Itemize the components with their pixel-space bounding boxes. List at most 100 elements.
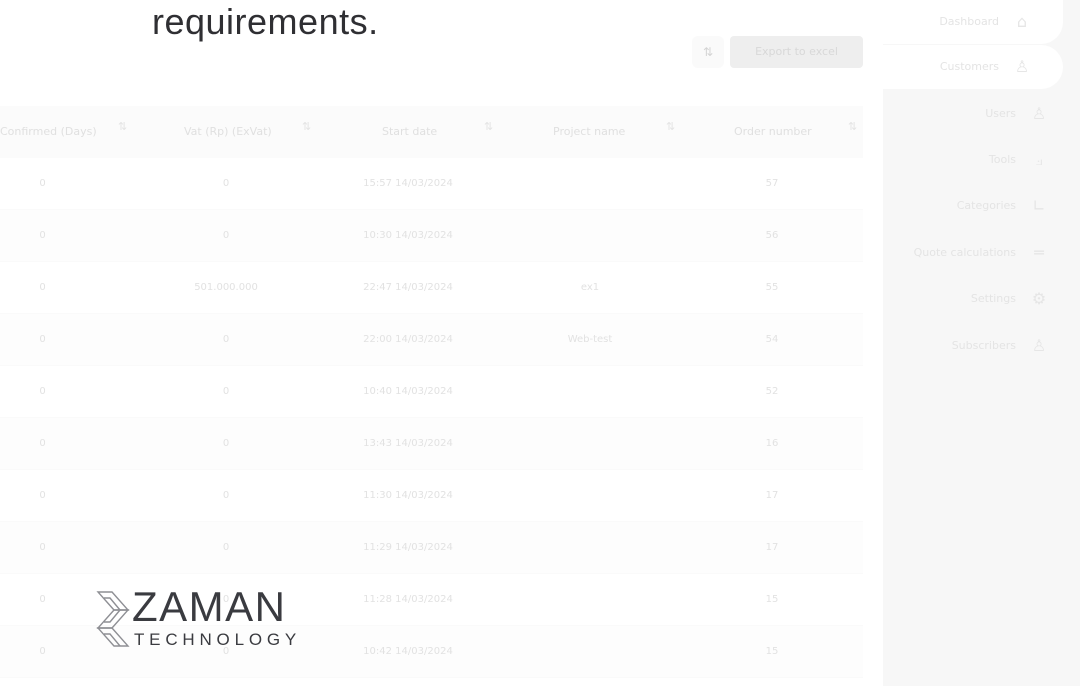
sort-icon[interactable]: ⇅ [484,120,493,133]
sort-icon[interactable]: ⇅ [118,120,127,133]
cell-vat: 0 [222,438,230,449]
logo-wordmark: ZAMAN [132,583,287,630]
main-content: requirements. ⇅ Export to excel Confirme… [0,0,883,686]
column-header-vat[interactable]: Vat (Rp) (ExVat) [184,106,272,158]
gear-icon: ⚙ [1031,289,1047,308]
sidebar-item-label: Users [985,107,1016,120]
cell-project-name [514,574,666,625]
table-row[interactable]: 0 0 11:30 14/03/2024 17 [0,470,863,522]
cell-project-name [514,626,666,677]
sidebar-item-dashboard[interactable]: Dashboard ⌂ [883,0,1063,44]
cell-start-date: 11:29 14/03/2024 [363,542,453,553]
cell-project-name [514,210,666,261]
zaman-technology-logo: ZAMAN TECHNOLOGY [96,584,296,650]
sidebar-item-customers[interactable]: Customers ♙ [883,45,1063,89]
cell-start-date: 11:30 14/03/2024 [363,490,453,501]
list-icon: ═ [1034,243,1044,262]
cell-order-number: 17 [765,542,779,553]
cell-confirmed: 0 [39,282,46,293]
cell-order-number: 54 [765,334,779,345]
cell-confirmed: 0 [39,594,46,605]
cell-vat: 0 [222,334,230,345]
cell-vat: 0 [222,178,230,189]
cell-project-name [514,470,666,521]
sort-icon[interactable]: ⇅ [302,120,311,133]
sidebar-item-users[interactable]: Users ♙ [883,92,1080,136]
table-row[interactable]: 0 501.000.000 22:47 14/03/2024 ex1 55 [0,262,863,314]
cell-vat: 0 [222,542,230,553]
table-row[interactable]: 0 0 22:00 14/03/2024 Web-test 54 [0,314,863,366]
cell-start-date: 10:42 14/03/2024 [363,646,453,657]
cell-confirmed: 0 [39,178,46,189]
cell-order-number: 16 [765,438,779,449]
cell-confirmed: 0 [39,334,46,345]
cell-confirmed: 0 [39,490,46,501]
cell-order-number: 57 [765,178,779,189]
user-icon: ♙ [1031,104,1047,123]
table-row[interactable]: 0 0 13:43 14/03/2024 16 [0,418,863,470]
cell-start-date: 10:40 14/03/2024 [363,386,453,397]
cell-confirmed: 0 [39,230,46,241]
sort-icon[interactable]: ⇅ [848,120,857,133]
table-row[interactable]: 0 0 11:29 14/03/2024 17 [0,522,863,574]
cell-start-date: 13:43 14/03/2024 [363,438,453,449]
cell-project-name [514,158,666,209]
cell-order-number: 17 [765,490,779,501]
export-excel-button[interactable]: Export to excel [730,36,863,68]
sidebar-item-tools[interactable]: Tools ⟓ [883,138,1080,182]
sidebar-item-label: Tools [988,153,1016,166]
table-row[interactable]: 0 0 15:57 14/03/2024 57 [0,158,863,210]
cell-vat: 0 [222,230,230,241]
logo-mark-icon [96,591,130,647]
cell-confirmed: 0 [39,386,46,397]
cell-start-date: 22:00 14/03/2024 [363,334,453,345]
sidebar-item-label: Quote calculations [913,246,1016,259]
cell-order-number: 52 [765,386,779,397]
cell-project-name [514,418,666,469]
cell-start-date: 15:57 14/03/2024 [363,178,453,189]
filter-icon[interactable]: ⇅ [692,36,724,68]
cell-project-name [514,366,666,417]
sidebar-item-label: Subscribers [951,339,1016,352]
sidebar-item-subscribers[interactable]: Subscribers ♙ [883,324,1080,368]
cell-confirmed: 0 [39,646,46,657]
cell-vat: 0 [222,490,230,501]
sidebar-item-label: Customers [939,60,999,73]
cell-order-number: 15 [765,594,779,605]
column-header-start-date[interactable]: Start date [382,106,437,158]
sidebar-item-label: Dashboard [939,15,999,28]
sidebar-item-label: Settings [970,292,1016,305]
sidebar-item-quote-calculations[interactable]: Quote calculations ═ [883,231,1080,275]
column-header-order-number[interactable]: Order number [734,106,812,158]
logo-subtitle: TECHNOLOGY [134,630,302,649]
cell-start-date: 10:30 14/03/2024 [363,230,453,241]
cell-confirmed: 0 [39,438,46,449]
cell-start-date: 11:28 14/03/2024 [363,594,453,605]
table-row[interactable]: 0 0 10:40 14/03/2024 52 [0,366,863,418]
home-icon: ⌂ [1016,12,1028,31]
cell-project-name [514,522,666,573]
sidebar-item-settings[interactable]: Settings ⚙ [883,277,1080,321]
categories-icon: ∟ [1032,196,1046,215]
column-header-confirmed[interactable]: Confirmed (Days) [0,106,97,158]
cell-order-number: 56 [765,230,779,241]
users-icon: ♙ [1014,57,1030,76]
subscriber-icon: ♙ [1031,336,1047,355]
tools-icon: ⟓ [1035,150,1043,169]
cell-start-date: 22:47 14/03/2024 [363,282,453,293]
sidebar: Dashboard ⌂ Customers ♙ Users ♙ Tools ⟓ … [883,0,1080,686]
cell-vat: 501.000.000 [194,282,258,293]
cell-project-name: Web-test [567,334,613,345]
table-row[interactable]: 0 0 10:30 14/03/2024 56 [0,210,863,262]
sidebar-item-categories[interactable]: Categories ∟ [883,184,1080,228]
cell-order-number: 15 [765,646,779,657]
overlay-caption: requirements. [152,1,379,42]
cell-project-name: ex1 [580,282,600,293]
table-header: Confirmed (Days) ⇅ Vat (Rp) (ExVat) ⇅ St… [0,106,863,158]
cell-vat: 0 [222,386,230,397]
cell-confirmed: 0 [39,542,46,553]
column-header-project-name[interactable]: Project name [553,106,625,158]
cell-order-number: 55 [765,282,779,293]
sort-icon[interactable]: ⇅ [666,120,675,133]
sidebar-item-label: Categories [956,199,1016,212]
